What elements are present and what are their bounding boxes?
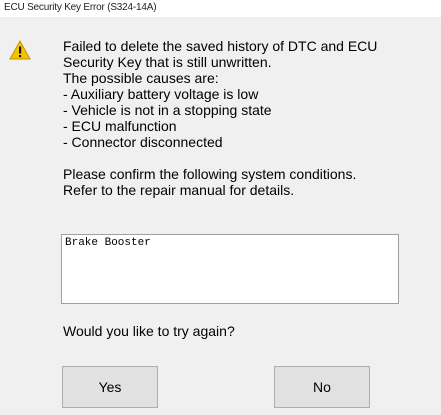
window-title: ECU Security Key Error (S324-14A) bbox=[4, 2, 157, 13]
cause-item: - Vehicle is not in a stopping state bbox=[63, 102, 272, 118]
retry-question: Would you like to try again? bbox=[63, 323, 235, 339]
warning-icon bbox=[9, 40, 31, 60]
title-bar[interactable]: ECU Security Key Error (S324-14A) bbox=[0, 0, 441, 17]
message-line: Security Key that is still unwritten. bbox=[63, 54, 272, 70]
cause-item: - ECU malfunction bbox=[63, 118, 177, 134]
yes-button[interactable]: Yes bbox=[62, 366, 158, 408]
cause-item: - Connector disconnected bbox=[63, 134, 223, 150]
no-button[interactable]: No bbox=[274, 366, 370, 408]
message-line: Failed to delete the saved history of DT… bbox=[63, 38, 378, 54]
error-message: Failed to delete the saved history of DT… bbox=[63, 38, 433, 198]
confirm-line: Please confirm the following system cond… bbox=[63, 166, 357, 182]
system-list-box[interactable]: Brake Booster bbox=[61, 234, 399, 304]
message-line: The possible causes are: bbox=[63, 70, 219, 86]
confirm-line: Refer to the repair manual for details. bbox=[63, 182, 295, 198]
error-dialog: ECU Security Key Error (S324-14A) Failed… bbox=[0, 0, 441, 415]
list-item[interactable]: Brake Booster bbox=[65, 237, 151, 249]
cause-item: - Auxiliary battery voltage is low bbox=[63, 86, 259, 102]
